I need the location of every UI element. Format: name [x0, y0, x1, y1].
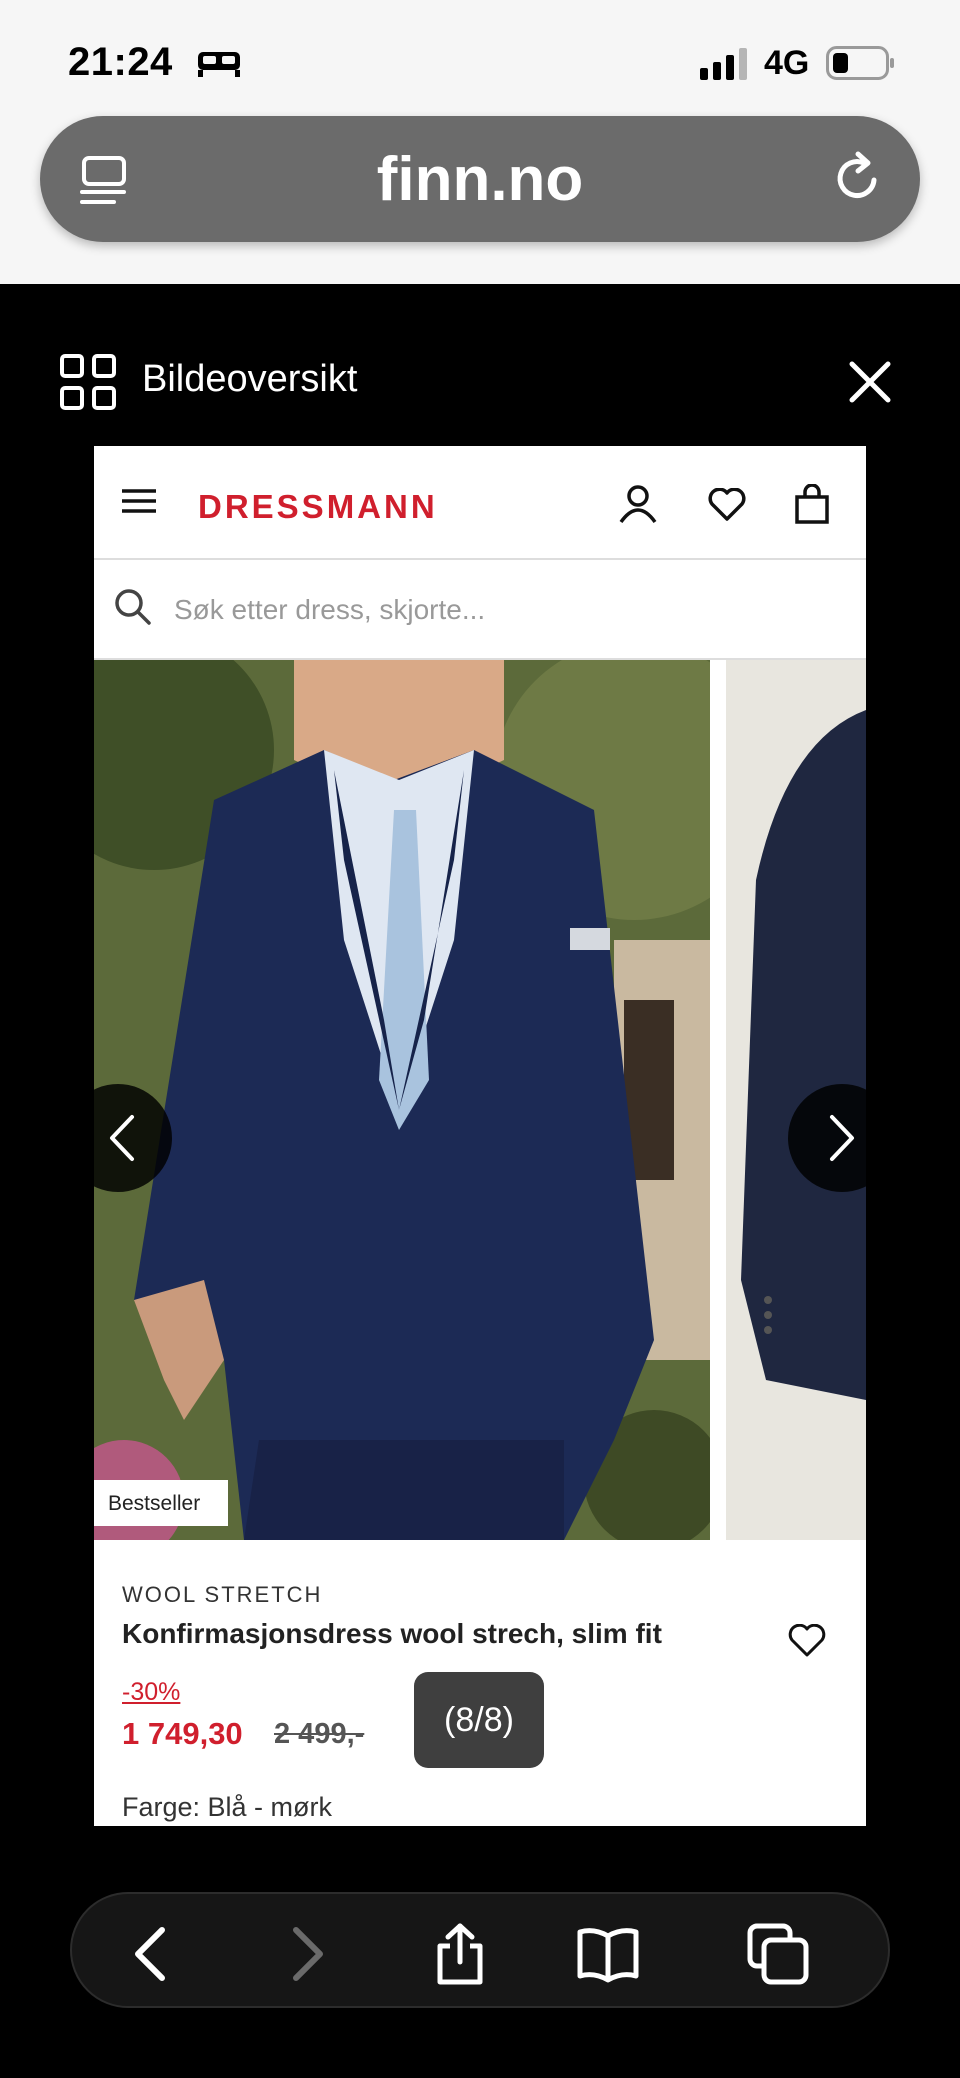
browser-toolbar	[70, 1892, 890, 2008]
share-icon[interactable]	[428, 1922, 492, 1986]
search-icon	[115, 589, 151, 625]
bestseller-badge: Bestseller	[94, 1480, 228, 1526]
address-bar[interactable]: finn.no	[40, 116, 920, 242]
signal-icon	[700, 48, 747, 80]
chevron-right-icon	[830, 1115, 854, 1161]
heart-icon[interactable]	[708, 488, 746, 522]
user-icon[interactable]	[618, 484, 658, 524]
brand-logo[interactable]: DRESSMANN	[198, 488, 438, 526]
shop-search-bar[interactable]	[94, 560, 866, 660]
product-color: Farge: Blå - mørk	[122, 1792, 333, 1822]
bed-icon	[198, 52, 240, 77]
hamburger-icon[interactable]	[120, 486, 158, 516]
network-type: 4G	[764, 44, 810, 82]
reload-icon[interactable]	[830, 150, 886, 206]
back-icon[interactable]	[122, 1922, 186, 1986]
heart-icon[interactable]	[788, 1624, 826, 1658]
search-input[interactable]	[174, 580, 834, 640]
battery-icon	[826, 46, 894, 80]
shop-header: DRESSMANN	[94, 446, 866, 560]
discount-label: -30%	[122, 1678, 181, 1706]
close-icon[interactable]	[848, 360, 892, 404]
grid-icon[interactable]	[60, 354, 116, 410]
product-subtitle: WOOL STRETCH	[122, 1582, 323, 1607]
bag-icon[interactable]	[794, 484, 830, 524]
overlay-title[interactable]: Bildeoversikt	[142, 358, 357, 401]
tabs-icon[interactable]	[746, 1922, 810, 1986]
status-time: 21:24	[68, 40, 173, 84]
browser-chrome: 21:24 4G finn.no	[0, 0, 960, 284]
chevron-left-icon	[110, 1115, 134, 1161]
original-price: 2 499,-	[274, 1718, 365, 1750]
product-image-card: DRESSMANN Søk etter dress, skjorte... Be…	[94, 446, 866, 1826]
bookmarks-icon[interactable]	[576, 1922, 640, 1986]
sale-price: 1 749,30	[122, 1716, 243, 1751]
product-title[interactable]: Konfirmasjonsdress wool strech, slim fit	[122, 1618, 662, 1650]
product-gallery[interactable]	[94, 660, 866, 1540]
forward-icon[interactable]	[272, 1922, 336, 1986]
url-text[interactable]: finn.no	[40, 144, 920, 215]
product-photo-model[interactable]	[94, 660, 710, 1540]
image-counter: (8/8)	[414, 1672, 544, 1768]
